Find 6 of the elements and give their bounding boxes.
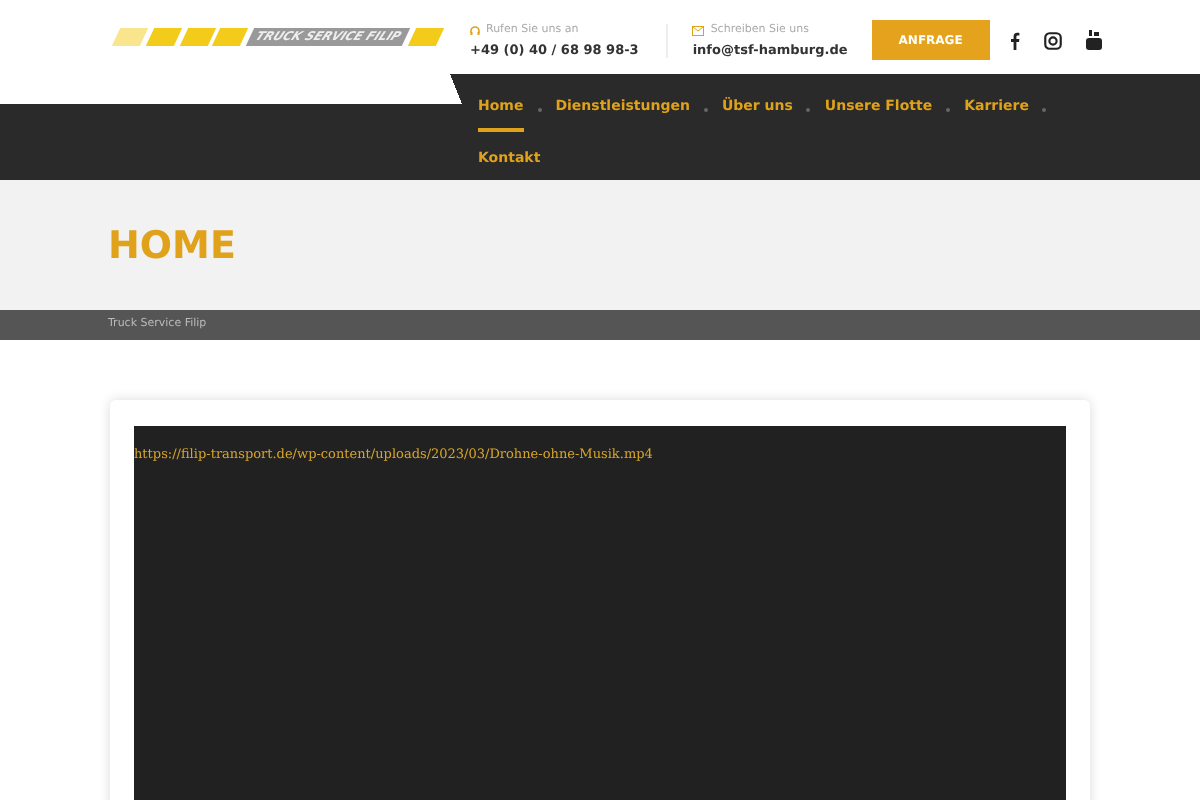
- facebook-icon[interactable]: [1009, 31, 1020, 49]
- instagram-icon[interactable]: [1043, 31, 1062, 49]
- youtube-icon[interactable]: [1085, 30, 1102, 50]
- envelope-icon: [692, 25, 705, 35]
- headset-icon: [470, 25, 480, 35]
- page-title: HOME: [108, 223, 236, 267]
